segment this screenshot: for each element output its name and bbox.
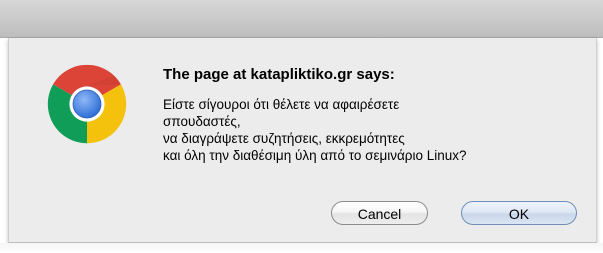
page-bottom-area bbox=[0, 243, 603, 253]
dialog-title: The page at katapliktiko.gr says: bbox=[163, 66, 395, 83]
window-top-bar bbox=[0, 0, 603, 38]
dialog-message-line: Είστε σίγουροι ότι θέλετε να αφαιρέσετε bbox=[163, 97, 400, 112]
dialog-message: Είστε σίγουροι ότι θέλετε να αφαιρέσετε … bbox=[163, 96, 588, 164]
chrome-logo-icon bbox=[47, 64, 127, 144]
javascript-confirm-dialog: The page at katapliktiko.gr says: Είστε … bbox=[8, 38, 597, 243]
dialog-message-line: και όλη την διαθέσιμη ύλη από το σεμινάρ… bbox=[163, 148, 467, 163]
ok-button[interactable]: OK bbox=[461, 201, 577, 225]
cancel-button[interactable]: Cancel bbox=[331, 201, 428, 225]
screenshot-page: The page at katapliktiko.gr says: Είστε … bbox=[0, 0, 603, 253]
dialog-message-line: σπουδαστές, bbox=[163, 114, 241, 129]
dialog-message-line: να διαγράψετε συζητήσεις, εκκρεμότητες bbox=[163, 131, 405, 146]
